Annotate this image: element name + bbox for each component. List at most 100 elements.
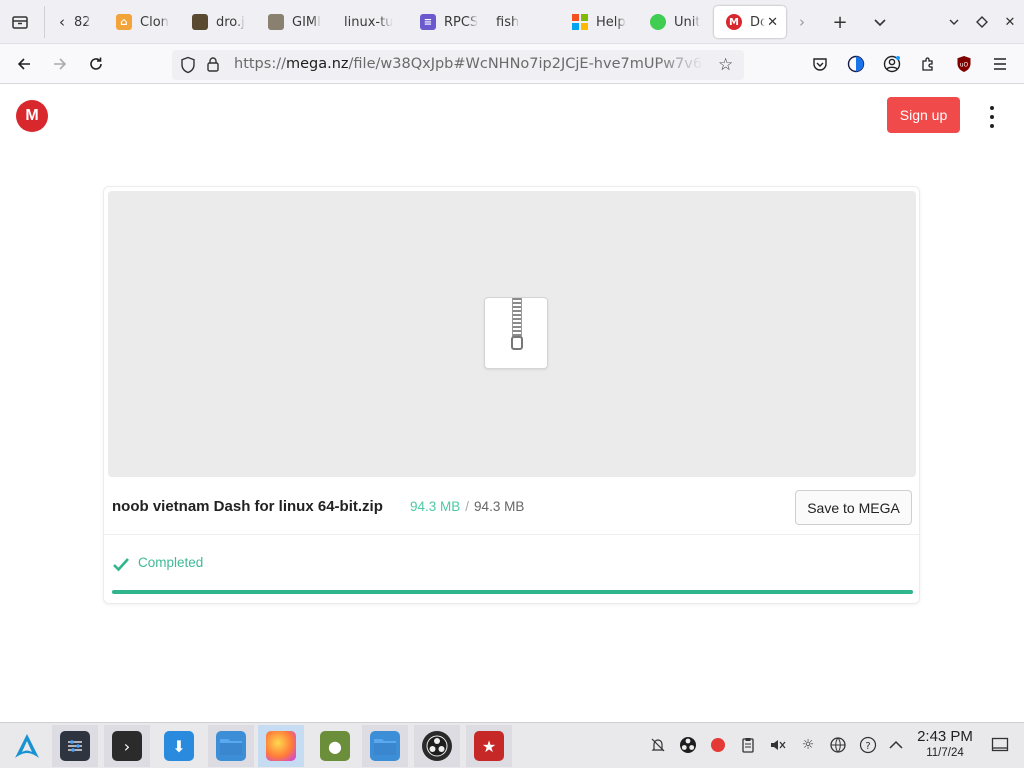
gimp-icon	[268, 14, 284, 30]
tab-bar: ‹ 82 ⌂ Clon dro.j GIMI linux-tu ≡ RPCS f…	[0, 0, 1024, 44]
tab-gimp[interactable]: GIMI	[268, 6, 332, 38]
reload-button[interactable]	[82, 50, 110, 78]
taskbar-terminal-app[interactable]: ›	[104, 725, 150, 767]
image-icon	[192, 14, 208, 30]
tab-help[interactable]: Help	[572, 6, 630, 38]
minimize-window-icon[interactable]	[942, 10, 966, 34]
taskbar-obs-app[interactable]	[414, 725, 460, 767]
sign-up-button[interactable]: Sign up	[887, 97, 960, 133]
ublock-origin-icon[interactable]: uO	[950, 50, 978, 78]
download-status: Completed	[138, 555, 204, 570]
tab-linux-tu[interactable]: linux-tu	[344, 6, 406, 38]
tab-dro[interactable]: dro.j	[192, 6, 256, 38]
tab-rpcs[interactable]: ≡ RPCS	[420, 6, 478, 38]
close-window-icon[interactable]: ✕	[998, 10, 1022, 34]
zip-file-icon	[484, 297, 548, 369]
tab-fish[interactable]: fish	[496, 6, 536, 38]
taskbar-firefox-app[interactable]	[258, 725, 304, 767]
save-to-mega-button[interactable]: Save to MEGA	[795, 490, 912, 525]
url-text[interactable]: https://mega.nz/file/w38QxJpb#WcNHNo7ip2…	[234, 56, 704, 72]
taskbar-file-manager-app[interactable]	[208, 725, 254, 767]
file-name: noob vietnam Dash for linux 64-bit.zip	[112, 498, 383, 515]
taskbar-discover-app[interactable]: ⬇	[156, 725, 202, 767]
terminal-icon: ›	[112, 731, 142, 761]
tab-label: dro.j	[216, 14, 245, 30]
game-icon: ★	[474, 731, 504, 761]
qt-icon	[650, 14, 666, 30]
taskbar-game-app[interactable]: ●	[312, 725, 358, 767]
clock-date: 11/7/24	[926, 747, 964, 759]
notifications-muted-icon[interactable]	[648, 735, 668, 755]
clock-time: 2:43 PM	[917, 728, 973, 745]
maximize-window-icon[interactable]	[970, 10, 994, 34]
clock[interactable]: 2:43 PM 11/7/24	[912, 728, 978, 760]
taskbar-game2-app[interactable]: ★	[466, 725, 512, 767]
new-tab-icon[interactable]: +	[828, 10, 852, 34]
taskbar: › ⬇ ● ★ ☼ ? 2:43 PM 11/7/24	[0, 722, 1024, 768]
tracking-protection-shield-icon[interactable]	[180, 56, 196, 78]
network-icon[interactable]	[828, 735, 848, 755]
divider	[104, 534, 919, 535]
microsoft-icon	[572, 14, 588, 30]
obs-icon	[422, 731, 452, 761]
back-button[interactable]	[10, 50, 38, 78]
system-settings-icon	[60, 731, 90, 761]
mega-logo[interactable]: M	[16, 100, 48, 132]
tab-label: fish	[496, 14, 520, 30]
mega-logo-letter: M	[25, 107, 39, 124]
file-size-progress: 94.3 MB / 94.3 MB	[410, 499, 524, 514]
brightness-icon[interactable]: ☼	[798, 735, 818, 755]
close-tab-icon[interactable]: ✕	[767, 15, 778, 30]
show-desktop-icon[interactable]	[990, 735, 1010, 755]
progress-bar	[112, 590, 913, 594]
tab-label: Unit	[674, 14, 701, 30]
tab-label: 82	[74, 14, 91, 30]
size-separator: /	[465, 499, 470, 514]
tab-unit[interactable]: Unit	[650, 6, 708, 38]
url-bar[interactable]: https://mega.nz/file/w38QxJpb#WcNHNo7ip2…	[172, 50, 744, 80]
tab-label: Clon	[140, 14, 169, 30]
folder-icon	[370, 731, 400, 761]
taskbar-file-manager-2-app[interactable]	[362, 725, 408, 767]
lock-icon[interactable]	[206, 56, 220, 77]
total-size: 94.3 MB	[474, 499, 525, 514]
tab-overview-icon[interactable]	[8, 10, 32, 34]
game-icon: ●	[320, 731, 350, 761]
volume-muted-icon[interactable]	[768, 735, 788, 755]
pocket-icon[interactable]	[806, 50, 834, 78]
menu-hamburger-icon[interactable]	[986, 50, 1014, 78]
obs-tray-icon[interactable]	[678, 735, 698, 755]
downloaded-size: 94.3 MB	[410, 499, 461, 514]
account-icon[interactable]	[878, 50, 906, 78]
scroll-tabs-right-icon[interactable]: ›	[790, 10, 814, 34]
svg-text:uO: uO	[960, 62, 969, 69]
svg-text:?: ?	[865, 741, 870, 752]
more-options-icon[interactable]	[984, 104, 1000, 130]
bookmark-star-icon[interactable]: ☆	[718, 55, 733, 75]
navigation-bar: https://mega.nz/file/w38QxJpb#WcNHNo7ip2…	[0, 44, 1024, 84]
scroll-tabs-left-icon[interactable]: ‹	[50, 10, 74, 34]
store-icon: ⬇	[164, 731, 194, 761]
list-all-tabs-icon[interactable]	[868, 10, 892, 34]
tab-label: GIMI	[292, 14, 321, 30]
dark-reader-icon[interactable]	[842, 50, 870, 78]
tab-82[interactable]: 82	[74, 6, 104, 38]
recording-indicator-icon[interactable]	[708, 735, 728, 755]
forward-button[interactable]	[46, 50, 74, 78]
extensions-icon[interactable]	[914, 50, 942, 78]
file-preview-area	[108, 191, 916, 477]
file-download-card: noob vietnam Dash for linux 64-bit.zip 9…	[103, 186, 920, 604]
help-icon[interactable]: ?	[858, 735, 878, 755]
rpcs3-icon: ≡	[420, 14, 436, 30]
application-launcher[interactable]	[4, 725, 50, 767]
tab-mega-download[interactable]: M Do ✕	[714, 6, 786, 38]
clipboard-icon[interactable]	[738, 735, 758, 755]
folder-icon	[216, 731, 246, 761]
mega-icon: M	[726, 14, 742, 30]
checkmark-icon	[112, 555, 130, 573]
tab-label: linux-tu	[344, 14, 394, 30]
taskbar-settings-app[interactable]	[52, 725, 98, 767]
show-hidden-icons-icon[interactable]	[886, 735, 906, 755]
tab-label: Help	[596, 14, 626, 30]
tab-clone[interactable]: ⌂ Clon	[116, 6, 180, 38]
